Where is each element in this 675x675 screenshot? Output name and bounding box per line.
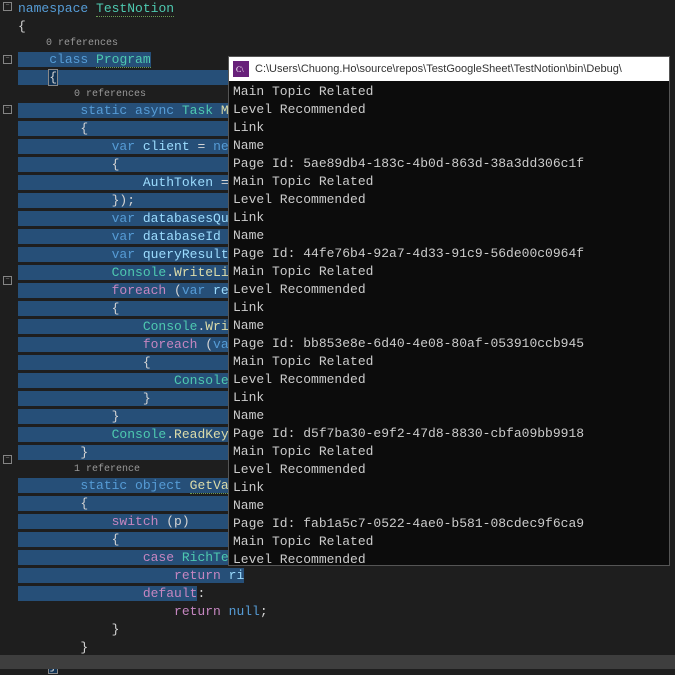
console-output-line: Page Id: 5ae89db4-183c-4b0d-863d-38a3dd3… <box>233 155 665 173</box>
keyword-namespace: namespace <box>18 1 88 16</box>
var-queryresult: queryResult <box>143 247 229 262</box>
type-console: Console <box>112 265 167 280</box>
console-output-body[interactable]: Main Topic RelatedLevel RecommendedLinkN… <box>229 81 669 565</box>
console-output-line: Main Topic Related <box>233 353 665 371</box>
brace-close: } <box>143 391 151 406</box>
fold-minus-icon[interactable]: − <box>3 455 12 464</box>
console-output-line: Link <box>233 479 665 497</box>
var-client: client <box>143 139 190 154</box>
brace-close: } <box>80 640 88 655</box>
console-output-line: Link <box>233 389 665 407</box>
brace-open: { <box>112 532 120 547</box>
console-output-line: Page Id: d5f7ba30-e9f2-47d8-8830-cbfa09b… <box>233 425 665 443</box>
console-output-line: Level Recommended <box>233 101 665 119</box>
console-output-line: Main Topic Related <box>233 263 665 281</box>
equals: = <box>190 139 213 154</box>
prop-authtoken: AuthToken <box>143 175 213 190</box>
keyword-var: var <box>112 211 135 226</box>
brace-open: { <box>18 19 26 34</box>
fold-minus-icon[interactable]: − <box>3 2 12 11</box>
console-output-line: Name <box>233 407 665 425</box>
var-ri: ri <box>221 568 244 583</box>
keyword-null: null <box>221 604 260 619</box>
var-databaseid: databaseId <box>143 229 221 244</box>
keyword-return: return <box>174 568 221 583</box>
codelens-references[interactable]: 0 references <box>18 36 675 51</box>
class-name: Program <box>96 52 151 68</box>
fold-minus-icon[interactable]: − <box>3 105 12 114</box>
horizontal-scrollbar[interactable] <box>0 655 675 669</box>
console-output-line: Page Id: fab1a5c7-0522-4ae0-b581-08cdec9… <box>233 515 665 533</box>
keyword-class: class <box>49 52 88 67</box>
console-output-window[interactable]: C\ C:\Users\Chuong.Ho\source\repos\TestG… <box>228 56 670 566</box>
keyword-var: var <box>112 139 135 154</box>
console-output-line: Level Recommended <box>233 281 665 299</box>
console-output-line: Main Topic Related <box>233 533 665 551</box>
console-titlebar[interactable]: C\ C:\Users\Chuong.Ho\source\repos\TestG… <box>229 57 669 81</box>
console-output-line: Main Topic Related <box>233 83 665 101</box>
brace-close: } <box>112 622 120 637</box>
type-console: Console <box>143 319 198 334</box>
type-console: Console <box>112 427 167 442</box>
console-output-line: Name <box>233 227 665 245</box>
fold-minus-icon[interactable]: − <box>3 55 12 64</box>
console-output-line: Link <box>233 119 665 137</box>
keyword-switch: switch <box>112 514 159 529</box>
fold-minus-icon[interactable]: − <box>3 276 12 285</box>
console-output-line: Name <box>233 317 665 335</box>
console-output-line: Name <box>233 137 665 155</box>
console-output-line: Level Recommended <box>233 551 665 565</box>
console-output-line: Page Id: 44fe76b4-92a7-4d33-91c9-56de00c… <box>233 245 665 263</box>
keyword-return: return <box>174 604 221 619</box>
keyword-foreach: foreach <box>143 337 198 352</box>
type-console: Console <box>174 373 229 388</box>
console-output-line: Link <box>233 209 665 227</box>
keyword-object: object <box>135 478 182 493</box>
brace-open: { <box>143 355 151 370</box>
keyword-async: async <box>135 103 174 118</box>
method-readkey: ReadKey <box>174 427 229 442</box>
console-output-line: Level Recommended <box>233 461 665 479</box>
console-output-line: Main Topic Related <box>233 443 665 461</box>
gutter: − − − − − <box>0 0 18 669</box>
brace-open: { <box>49 70 57 85</box>
brace-close: } <box>80 445 88 460</box>
keyword-default: default <box>143 586 198 601</box>
console-output-line: Main Topic Related <box>233 173 665 191</box>
console-output-line: Level Recommended <box>233 371 665 389</box>
brace-open: { <box>112 157 120 172</box>
console-app-icon: C\ <box>233 61 249 77</box>
console-output-line: Page Id: bb853e8e-6d40-4e08-80af-053910c… <box>233 335 665 353</box>
console-output-line: Level Recommended <box>233 191 665 209</box>
svg-text:C\: C\ <box>236 65 244 74</box>
namespace-name: TestNotion <box>96 1 174 17</box>
brace-open: { <box>80 121 88 136</box>
keyword-var: var <box>112 247 135 262</box>
keyword-var: var <box>182 283 205 298</box>
keyword-foreach: foreach <box>112 283 167 298</box>
brace-close: }); <box>112 193 135 208</box>
keyword-var: var <box>112 229 135 244</box>
console-output-line: Link <box>233 299 665 317</box>
keyword-case: case <box>143 550 174 565</box>
brace-open: { <box>112 301 120 316</box>
type-task: Task <box>182 103 213 118</box>
brace-open: { <box>80 496 88 511</box>
keyword-static: static <box>80 103 127 118</box>
brace-close: } <box>112 409 120 424</box>
console-output-line: Name <box>233 497 665 515</box>
console-title-path: C:\Users\Chuong.Ho\source\repos\TestGoog… <box>255 63 622 75</box>
keyword-static: static <box>80 478 127 493</box>
